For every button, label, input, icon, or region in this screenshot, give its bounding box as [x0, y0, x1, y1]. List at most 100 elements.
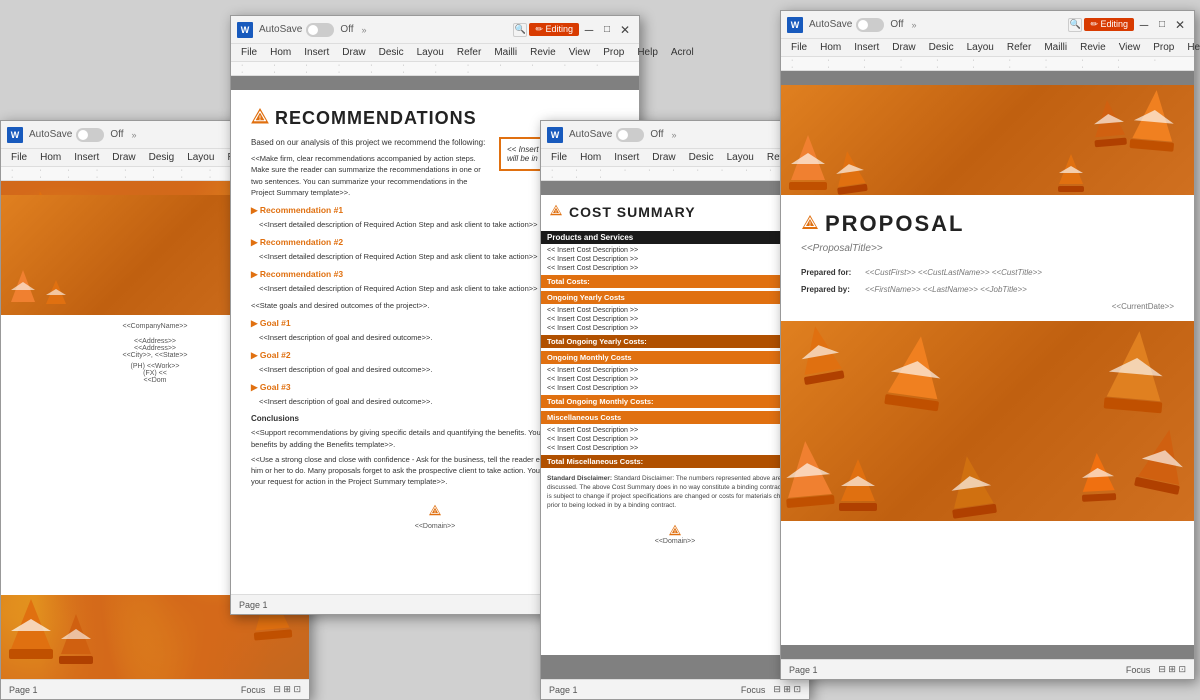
- more-btn-3[interactable]: »: [672, 130, 677, 140]
- cost-row3: << Insert Cost Description >>: [541, 264, 809, 273]
- more-btn-4[interactable]: »: [912, 20, 917, 30]
- tab-file-1[interactable]: File: [5, 149, 33, 166]
- more-btn-1[interactable]: »: [132, 130, 137, 140]
- ribbon-4: File Hom Insert Draw Desic Layou Refer M…: [781, 39, 1194, 57]
- tab-layout-1[interactable]: Layou: [181, 149, 220, 166]
- tab-home-4[interactable]: Hom: [814, 39, 847, 56]
- tab-prop-2[interactable]: Prop: [597, 44, 630, 61]
- tab-file-3[interactable]: File: [545, 149, 573, 166]
- tab-view-2[interactable]: View: [563, 44, 597, 61]
- proposal-top-bg: [781, 85, 1194, 195]
- tab-view-4[interactable]: View: [1113, 39, 1147, 56]
- title-bar-3: W AutoSave Off » 🔍: [541, 121, 809, 149]
- ribbon-3: File Hom Insert Draw Desic Layou Refer M…: [541, 149, 809, 167]
- tab-review-4[interactable]: Revie: [1074, 39, 1112, 56]
- ruler-3: · · · · · · · · · · · · ·: [541, 167, 809, 181]
- autosave-toggle-4[interactable]: [856, 18, 884, 32]
- close-btn-4[interactable]: ✕: [1172, 17, 1188, 33]
- tab-help-4[interactable]: Help: [1181, 39, 1200, 56]
- autosave-label-3: AutoSave: [569, 129, 612, 140]
- tab-mail-2[interactable]: Mailli: [488, 44, 523, 61]
- cost-logo: ! COST SUMMARY: [541, 195, 809, 225]
- window4[interactable]: W AutoSave Off » 🔍 ✏ Editing ─ □ ✕ File …: [780, 10, 1195, 680]
- tab-draw-3[interactable]: Draw: [646, 149, 681, 166]
- tab-acrobat-2[interactable]: Acrol: [665, 44, 700, 61]
- title-bar-2: W AutoSave Off » 🔍 ✏ Editing ─ □ ✕: [231, 16, 639, 44]
- close-btn-2[interactable]: ✕: [617, 22, 633, 38]
- tab-layout-4[interactable]: Layou: [961, 39, 1000, 56]
- tab-layout-2[interactable]: Layou: [411, 44, 450, 61]
- tab-insert-2[interactable]: Insert: [298, 44, 335, 61]
- title-bar-4: W AutoSave Off » 🔍 ✏ Editing ─ □ ✕: [781, 11, 1194, 39]
- cost-disclaimer: Standard Disclaimer: Standard Disclaimer…: [541, 470, 809, 514]
- page-4: ! PROPOSAL <<ProposalTitle>> Prepared fo…: [781, 85, 1194, 645]
- tab-help-2[interactable]: Help: [631, 44, 664, 61]
- maximize-btn-2[interactable]: □: [599, 22, 615, 38]
- tab-insert-4[interactable]: Insert: [848, 39, 885, 56]
- window3[interactable]: W AutoSave Off » 🔍 File Hom Insert Draw …: [540, 120, 810, 700]
- ruler-2: · · · · · · · · · · · · · · · · · · · ·: [231, 62, 639, 76]
- warning-icon-4: !: [801, 214, 819, 235]
- autosave-label-4: AutoSave: [809, 19, 852, 30]
- tab-prop-4[interactable]: Prop: [1147, 39, 1180, 56]
- off-label-1: Off: [110, 129, 123, 140]
- autosave-toggle-2[interactable]: [306, 23, 334, 37]
- view-icons-3: ⊟ ⊞ ⊡: [773, 684, 801, 695]
- tab-insert-3[interactable]: Insert: [608, 149, 645, 166]
- total-yearly-label: Total Ongoing Yearly Costs:: [541, 335, 809, 348]
- tab-home-3[interactable]: Hom: [574, 149, 607, 166]
- page-num-3: Page 1: [549, 685, 578, 695]
- tab-design-3[interactable]: Desic: [683, 149, 720, 166]
- more-btn-2[interactable]: »: [362, 25, 367, 35]
- page-num-1: Page 1: [9, 685, 38, 695]
- tab-file-4[interactable]: File: [785, 39, 813, 56]
- rec-heading: RECOMMENDATIONS: [275, 108, 477, 129]
- page-num-2: Page 1: [239, 600, 268, 610]
- monthly-row2: << Insert Cost Description >>: [541, 375, 809, 384]
- misc-label: Miscellaneous Costs: [541, 411, 809, 424]
- prepared-for-field: Prepared for: <<CustFirst>> <<CustLastNa…: [801, 268, 1174, 277]
- autosave-toggle-3[interactable]: [616, 128, 644, 142]
- tab-review-2[interactable]: Revie: [524, 44, 562, 61]
- minimize-btn-4[interactable]: ─: [1136, 17, 1152, 33]
- tab-design-4[interactable]: Desic: [923, 39, 960, 56]
- tab-design-1[interactable]: Desig: [143, 149, 181, 166]
- tab-home-2[interactable]: Hom: [264, 44, 297, 61]
- page-num-4: Page 1: [789, 665, 818, 675]
- search-btn-4[interactable]: 🔍: [1068, 18, 1082, 32]
- off-label-2: Off: [340, 24, 353, 35]
- page-3: ! COST SUMMARY Products and Services << …: [541, 195, 809, 655]
- prepared-for-label: Prepared for:: [801, 268, 861, 277]
- tab-draw-1[interactable]: Draw: [106, 149, 141, 166]
- maximize-btn-4[interactable]: □: [1154, 17, 1170, 33]
- editing-badge-4: ✏ Editing: [1084, 18, 1134, 31]
- tab-file-2[interactable]: File: [235, 44, 263, 61]
- tab-mail-4[interactable]: Mailli: [1038, 39, 1073, 56]
- tab-ref-2[interactable]: Refer: [451, 44, 487, 61]
- svg-text:!: !: [809, 222, 811, 228]
- monthly-row3: << Insert Cost Description >>: [541, 384, 809, 393]
- tab-draw-4[interactable]: Draw: [886, 39, 921, 56]
- doc-content-3: ! COST SUMMARY Products and Services << …: [541, 181, 809, 679]
- focus-label-3: Focus: [741, 685, 766, 695]
- tab-ref-4[interactable]: Refer: [1001, 39, 1037, 56]
- autosave-toggle-1[interactable]: [76, 128, 104, 142]
- status-right-3: Focus ⊟ ⊞ ⊡: [741, 684, 801, 695]
- view-icons-1: ⊟ ⊞ ⊡: [273, 684, 301, 695]
- word-icon-1: W: [7, 127, 23, 143]
- ribbon-tabs-2: File Hom Insert Draw Desic Layou Refer M…: [231, 44, 639, 61]
- tab-design-2[interactable]: Desic: [373, 44, 410, 61]
- minimize-btn-2[interactable]: ─: [581, 22, 597, 38]
- misc-row3: << Insert Cost Description >>: [541, 444, 809, 453]
- search-btn-2[interactable]: 🔍: [513, 23, 527, 37]
- status-bar-3: Page 1 Focus ⊟ ⊞ ⊡: [541, 679, 809, 699]
- word-icon-3: W: [547, 127, 563, 143]
- cost-row1: << Insert Cost Description >>: [541, 246, 809, 255]
- ribbon-tabs-3: File Hom Insert Draw Desic Layou Refer M…: [541, 149, 809, 166]
- tab-insert-1[interactable]: Insert: [68, 149, 105, 166]
- tab-layout-3[interactable]: Layou: [721, 149, 760, 166]
- word-icon-2: W: [237, 22, 253, 38]
- tab-draw-2[interactable]: Draw: [336, 44, 371, 61]
- status-right-1: Focus ⊟ ⊞ ⊡: [241, 684, 301, 695]
- tab-home-1[interactable]: Hom: [34, 149, 67, 166]
